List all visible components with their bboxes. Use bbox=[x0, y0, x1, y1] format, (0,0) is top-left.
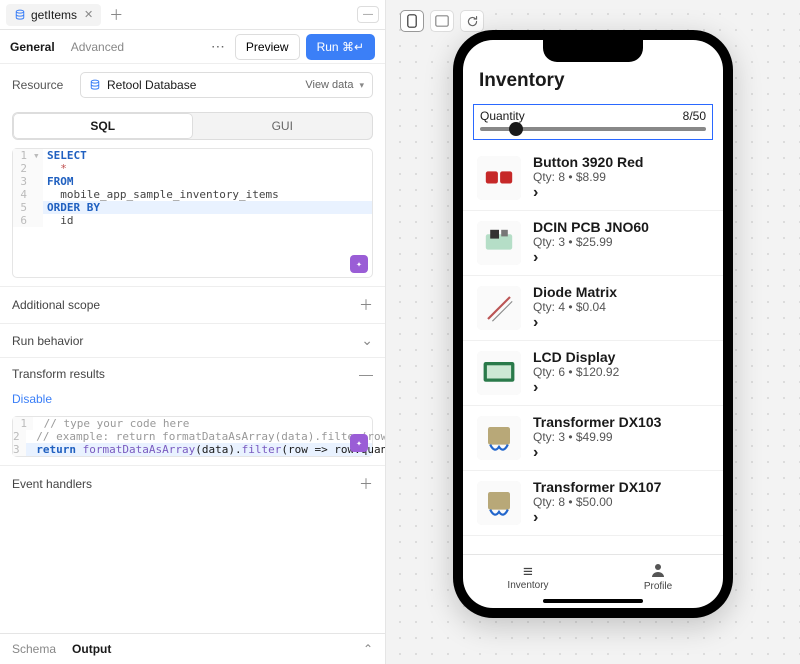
query-editor-panel: getItems ✕ ＋ — General Advanced ⋯ Previe… bbox=[0, 0, 386, 664]
plus-icon: ＋ bbox=[359, 295, 373, 315]
transform-editor[interactable]: 1 // type your code here 2 // example: r… bbox=[12, 416, 373, 457]
subnav-general[interactable]: General bbox=[10, 40, 55, 54]
section-additional-scope[interactable]: Additional scope＋ bbox=[0, 286, 385, 323]
inventory-list: Button 3920 RedQty: 8 • $8.99›DCIN PCB J… bbox=[463, 146, 723, 554]
list-item[interactable]: LCD DisplayQty: 6 • $120.92› bbox=[463, 341, 723, 406]
item-name: Transformer DX107 bbox=[533, 479, 709, 495]
item-name: Transformer DX103 bbox=[533, 414, 709, 430]
item-subtitle: Qty: 6 • $120.92 bbox=[533, 365, 709, 379]
query-tab-getitems[interactable]: getItems ✕ bbox=[6, 4, 101, 26]
list-icon: ≡ bbox=[523, 563, 533, 580]
query-tabbar: getItems ✕ ＋ — bbox=[0, 0, 385, 30]
section-transform-results[interactable]: Transform results— bbox=[0, 357, 385, 390]
ai-assist-icon[interactable]: ✦ bbox=[350, 434, 368, 452]
disable-link[interactable]: Disable bbox=[12, 392, 52, 406]
resource-name: Retool Database bbox=[107, 78, 196, 92]
device-tablet-button[interactable] bbox=[430, 10, 454, 32]
chevron-right-icon: › bbox=[533, 509, 709, 527]
chevron-right-icon: › bbox=[533, 314, 709, 332]
subnav-advanced[interactable]: Advanced bbox=[71, 40, 124, 54]
chevron-down-icon: ▾ bbox=[359, 80, 364, 91]
item-subtitle: Qty: 3 • $25.99 bbox=[533, 235, 709, 249]
profile-icon bbox=[650, 562, 666, 581]
ai-assist-icon[interactable]: ✦ bbox=[350, 255, 368, 273]
slider-track[interactable] bbox=[480, 127, 706, 131]
resource-picker[interactable]: Retool Database View data ▾ bbox=[80, 72, 373, 98]
sql-editor[interactable]: 1▾SELECT 2 * 3FROM 4 mobile_app_sample_i… bbox=[12, 148, 373, 278]
item-thumbnail bbox=[477, 481, 521, 525]
chevron-right-icon: › bbox=[533, 184, 709, 202]
item-thumbnail bbox=[477, 286, 521, 330]
item-thumbnail bbox=[477, 416, 521, 460]
query-subnav: General Advanced ⋯ Preview Run ⌘↵ bbox=[0, 30, 385, 64]
resource-label: Resource bbox=[12, 78, 72, 92]
run-button[interactable]: Run ⌘↵ bbox=[306, 34, 375, 60]
item-name: Button 3920 Red bbox=[533, 154, 709, 170]
chevron-up-icon[interactable]: ⌃ bbox=[363, 642, 373, 656]
database-icon bbox=[89, 79, 101, 91]
item-subtitle: Qty: 8 • $8.99 bbox=[533, 170, 709, 184]
item-subtitle: Qty: 4 • $0.04 bbox=[533, 300, 709, 314]
nav-inventory[interactable]: ≡ Inventory bbox=[463, 555, 593, 598]
chevron-right-icon: › bbox=[533, 249, 709, 267]
add-tab-button[interactable]: ＋ bbox=[105, 5, 127, 25]
item-name: DCIN PCB JNO60 bbox=[533, 219, 709, 235]
view-data-link[interactable]: View data bbox=[305, 79, 353, 91]
item-subtitle: Qty: 3 • $49.99 bbox=[533, 430, 709, 444]
item-name: LCD Display bbox=[533, 349, 709, 365]
phone-frame: Inventory Quantity 8/50 Button 3920 RedQ… bbox=[453, 30, 733, 618]
phone-screen: Inventory Quantity 8/50 Button 3920 RedQ… bbox=[463, 40, 723, 608]
slider-thumb[interactable] bbox=[509, 122, 523, 136]
item-name: Diode Matrix bbox=[533, 284, 709, 300]
device-phone-button[interactable] bbox=[400, 10, 424, 32]
sql-gui-toggle: SQL GUI bbox=[12, 112, 373, 140]
screen-title: Inventory bbox=[479, 70, 707, 92]
seg-gui[interactable]: GUI bbox=[193, 113, 373, 139]
list-item[interactable]: Transformer DX103Qty: 3 • $49.99› bbox=[463, 406, 723, 471]
chevron-right-icon: › bbox=[533, 379, 709, 397]
canvas-panel: Inventory Quantity 8/50 Button 3920 RedQ… bbox=[386, 0, 800, 664]
list-item[interactable]: DCIN PCB JNO60Qty: 3 • $25.99› bbox=[463, 211, 723, 276]
slider-value: 8/50 bbox=[683, 109, 706, 123]
editor-footer: Schema Output ⌃ bbox=[0, 633, 385, 664]
item-thumbnail bbox=[477, 351, 521, 395]
slider-label: Quantity bbox=[480, 109, 525, 123]
list-item[interactable]: Button 3920 RedQty: 8 • $8.99› bbox=[463, 146, 723, 211]
quantity-slider[interactable]: Quantity 8/50 bbox=[473, 104, 713, 140]
database-icon bbox=[14, 9, 26, 21]
device-toolbar bbox=[400, 10, 484, 32]
item-thumbnail bbox=[477, 156, 521, 200]
section-event-handlers[interactable]: Event handlers＋ bbox=[0, 465, 385, 502]
footer-output[interactable]: Output bbox=[72, 642, 111, 656]
preview-button[interactable]: Preview bbox=[235, 34, 300, 60]
home-indicator bbox=[543, 599, 643, 603]
phone-notch bbox=[543, 40, 643, 62]
chevron-right-icon: › bbox=[533, 444, 709, 462]
seg-sql[interactable]: SQL bbox=[13, 113, 193, 139]
more-menu-icon[interactable]: ⋯ bbox=[207, 36, 229, 57]
list-item[interactable]: Transformer DX107Qty: 8 • $50.00› bbox=[463, 471, 723, 536]
section-run-behavior[interactable]: Run behavior⌄ bbox=[0, 323, 385, 357]
plus-icon: ＋ bbox=[359, 474, 373, 494]
chevron-down-icon: ⌄ bbox=[361, 332, 373, 349]
item-subtitle: Qty: 8 • $50.00 bbox=[533, 495, 709, 509]
close-icon[interactable]: ✕ bbox=[84, 8, 93, 21]
resource-row: Resource Retool Database View data ▾ bbox=[0, 64, 385, 106]
item-thumbnail bbox=[477, 221, 521, 265]
minus-icon: — bbox=[359, 366, 373, 382]
query-tab-label: getItems bbox=[31, 8, 77, 22]
minimize-button[interactable]: — bbox=[357, 6, 379, 23]
list-item[interactable]: Diode MatrixQty: 4 • $0.04› bbox=[463, 276, 723, 341]
refresh-button[interactable] bbox=[460, 10, 484, 32]
nav-profile[interactable]: Profile bbox=[593, 555, 723, 598]
footer-schema[interactable]: Schema bbox=[12, 642, 56, 656]
